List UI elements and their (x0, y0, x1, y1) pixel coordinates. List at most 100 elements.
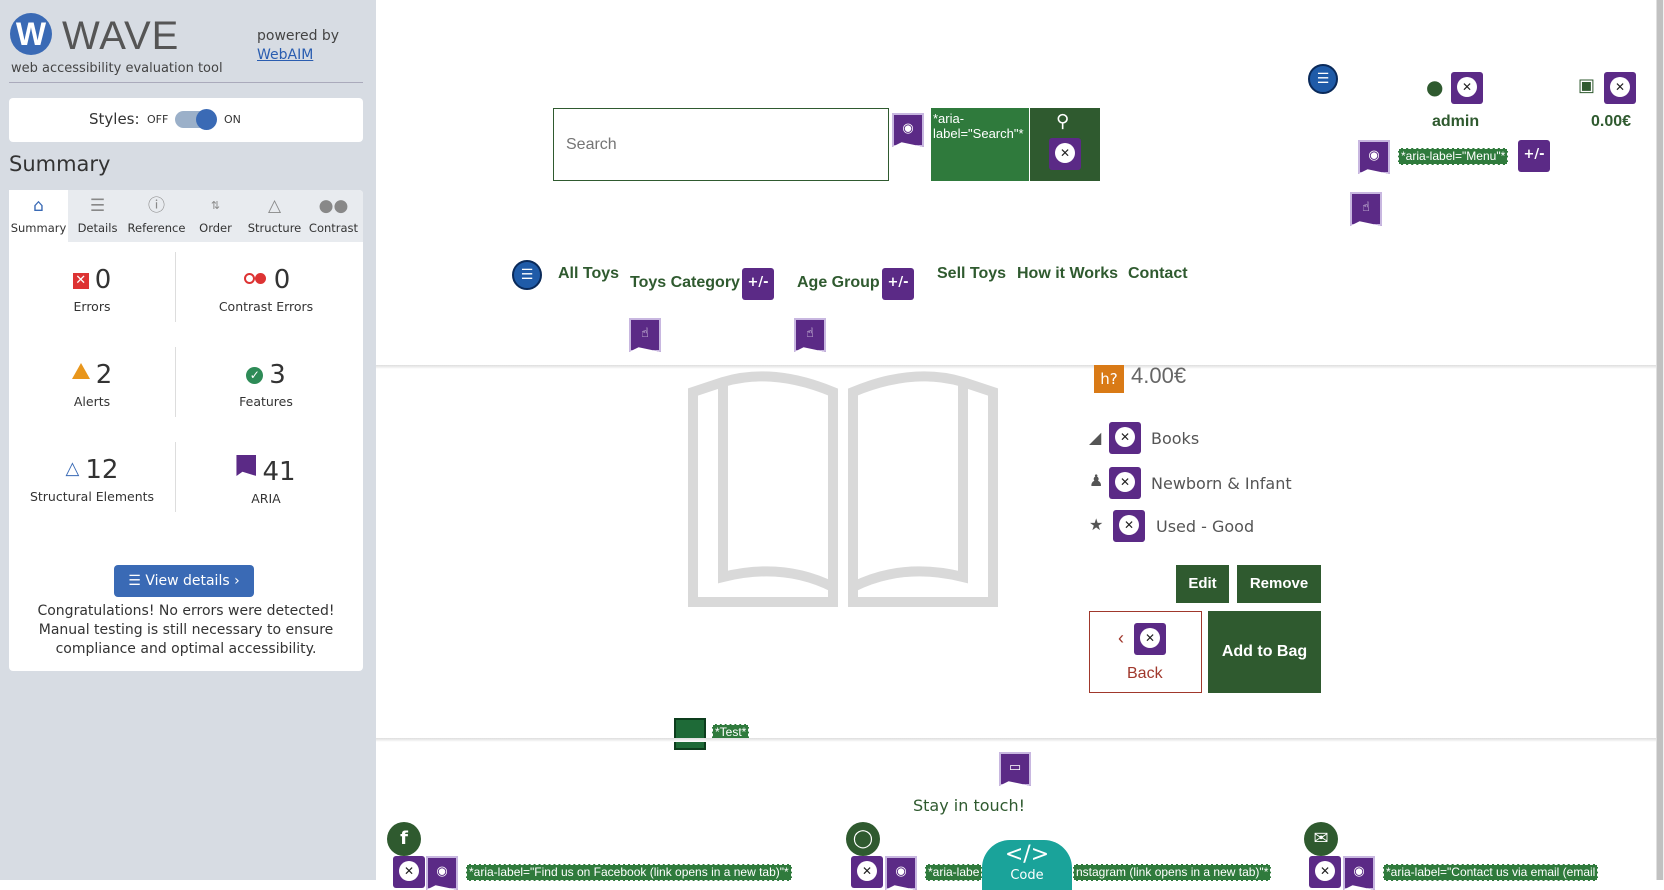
nav-all-toys[interactable]: All Toys (558, 265, 619, 283)
nav-sell-toys[interactable]: Sell Toys (937, 265, 1006, 283)
product-category[interactable]: Books (1151, 429, 1199, 448)
wave-empty-link-icon: ✕ (1109, 422, 1141, 454)
errors-label: Errors (73, 299, 111, 314)
list-icon: ☰ (89, 196, 106, 216)
styles-toggle-box: Styles: OFF ON (9, 98, 363, 142)
contrast-count: 0 (273, 265, 291, 295)
contrast-error-icon (242, 269, 268, 284)
stat-features: ✓ 3 Features (191, 360, 341, 409)
wave-tag-icon: ◉ (1343, 856, 1375, 890)
aria-count: 41 (262, 457, 296, 487)
facebook-icon[interactable]: f (387, 822, 421, 856)
tab-label: Reference (127, 221, 186, 235)
nav-contact[interactable]: Contact (1128, 265, 1188, 283)
structure-icon: △ (267, 196, 282, 216)
stay-in-touch-heading: Stay in touch! (913, 796, 1026, 815)
back-button[interactable]: ‹ ✕ Back (1089, 611, 1202, 693)
remove-button[interactable]: Remove (1237, 565, 1321, 603)
powered-by: powered by (257, 28, 340, 44)
wave-tag-icon: ◉ (1358, 140, 1390, 174)
tab-label: Details (77, 221, 118, 235)
stat-errors: ✕ 0 Errors (17, 265, 167, 314)
search-aria-label: *aria-label="Search"* (931, 108, 1029, 181)
structure-icon: △ (65, 458, 80, 479)
styles-on-label: ON (224, 113, 241, 126)
code-icon: </> (1004, 842, 1050, 867)
wave-tag-icon: ◉ (885, 856, 917, 890)
code-label: Code (1010, 868, 1044, 883)
header-divider (376, 365, 1656, 369)
add-to-bag-button[interactable]: Add to Bag (1208, 611, 1321, 693)
contrast-icon: ●● (318, 196, 349, 216)
product-condition: Used - Good (1156, 517, 1255, 536)
wave-empty-link-icon: ✕ (1451, 72, 1483, 104)
webaim-link[interactable]: WebAIM (257, 47, 313, 63)
stat-structural: △ 12 Structural Elements (17, 455, 167, 504)
nav-how-it-works[interactable]: How it Works (1017, 265, 1118, 283)
styles-label: Styles: (89, 110, 140, 128)
instagram-aria-label-left: *aria-labe (925, 864, 983, 881)
wave-tag-icon: ◉ (426, 856, 458, 890)
order-icon: ⇅ (210, 199, 221, 212)
wave-tabindex-icon: ☝ (1350, 192, 1382, 226)
nav-age-group[interactable]: Age Group (797, 274, 880, 292)
star-icon: ★ (1089, 515, 1104, 534)
wave-subtitle: web accessibility evaluation tool (11, 61, 223, 76)
feature-icon: ✓ (246, 367, 264, 384)
stat-divider (175, 252, 176, 322)
search-button[interactable]: ⚲ ✕ (1030, 108, 1100, 181)
wave-alert-icon: h? (1094, 365, 1124, 393)
tag-icon: ◢ (1089, 428, 1102, 447)
instagram-icon[interactable]: ◯ (846, 822, 880, 856)
scrollbar[interactable] (1656, 0, 1664, 880)
wave-empty-link-icon: ✕ (1309, 856, 1341, 888)
wave-tag-icon: ◉ (892, 113, 924, 147)
wave-sidebar: W WAVE web accessibility evaluation tool… (0, 0, 376, 880)
tab-label: Contrast (308, 221, 359, 235)
wave-logo-text: WAVE (62, 14, 180, 58)
view-details-button[interactable]: ☰ View details › (114, 565, 254, 597)
search-icon: ⚲ (1056, 111, 1070, 132)
search-input[interactable] (553, 108, 889, 181)
wave-list-icon: ☰ (1308, 64, 1338, 94)
tab-contrast[interactable]: ●● Contrast (304, 190, 363, 242)
user-icon[interactable]: ● (1426, 75, 1443, 99)
home-icon: ⌂ (33, 196, 44, 216)
aria-icon (236, 455, 257, 476)
code-toggle-button[interactable]: </> Code (982, 840, 1072, 890)
tab-order[interactable]: ⇅ Order (186, 190, 245, 242)
cart-total[interactable]: 0.00€ (1591, 113, 1631, 131)
email-icon[interactable]: ✉ (1304, 822, 1338, 856)
wave-expand-icon: +/- (742, 268, 774, 300)
wave-tabindex-icon: ☝ (794, 318, 826, 352)
child-icon: ♟ (1089, 471, 1104, 490)
tab-summary[interactable]: ⌂ Summary (9, 190, 68, 242)
scrollbar-thumb[interactable] (1657, 0, 1663, 880)
stat-aria: 41 ARIA (191, 455, 341, 506)
tab-reference[interactable]: ⓘ Reference (127, 190, 186, 242)
wave-tabindex-icon: ☝ (629, 318, 661, 352)
tab-structure[interactable]: △ Structure (245, 190, 304, 242)
wave-empty-button-icon: ✕ (1134, 623, 1166, 655)
wave-empty-button-icon: ✕ (1049, 138, 1081, 170)
wave-empty-link-icon: ✕ (1604, 72, 1636, 104)
facebook-aria-label: *aria-label="Find us on Facebook (link o… (466, 864, 792, 881)
admin-link[interactable]: admin (1432, 113, 1479, 131)
wave-empty-link-icon: ✕ (851, 856, 883, 888)
styles-toggle[interactable] (175, 109, 217, 130)
tab-label: Order (199, 221, 232, 235)
view-details-label: View details › (145, 573, 240, 589)
tab-label: Summary (10, 221, 67, 235)
divider (9, 82, 363, 83)
bag-icon[interactable]: ▣ (1578, 75, 1595, 96)
edit-button[interactable]: Edit (1176, 565, 1229, 603)
instagram-aria-label-right: nstagram (link opens in a new tab)"* (1073, 864, 1272, 881)
summary-heading: Summary (9, 152, 111, 176)
alert-icon (71, 363, 90, 379)
wave-image-icon (674, 718, 706, 750)
product-age-group[interactable]: Newborn & Infant (1151, 474, 1292, 493)
nav-toys-category[interactable]: Toys Category (630, 274, 740, 292)
wave-expand-icon: +/- (882, 268, 914, 300)
stat-contrast: 0 Contrast Errors (191, 265, 341, 314)
tab-details[interactable]: ☰ Details (68, 190, 127, 242)
